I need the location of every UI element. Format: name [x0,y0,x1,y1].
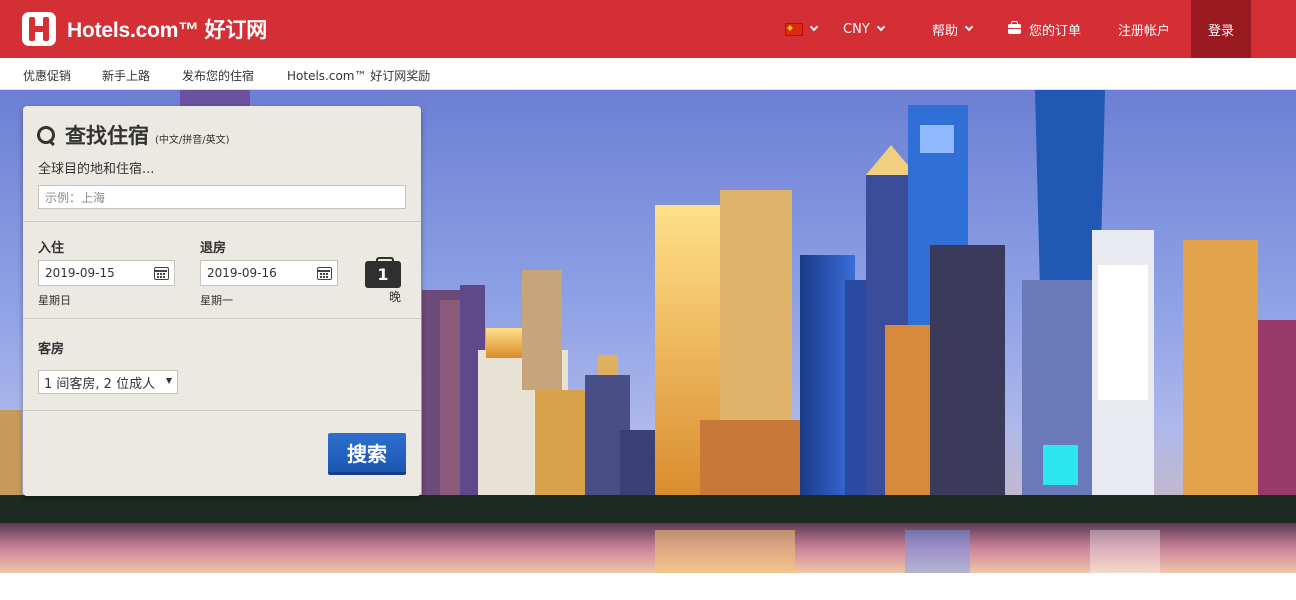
brand-name: Hotels.com™ 好订网 [67,19,268,42]
divider [23,318,421,319]
checkin-label: 入住 [38,241,65,256]
checkin-date-input[interactable]: 2019-09-15 [38,260,175,286]
subnav-list-property[interactable]: 发布您的住宿 [182,67,254,84]
top-header: Hotels.com™ 好订网 CNY 帮助 您的订单 注册帐户 登录 [0,0,1296,58]
subnav-getting-started[interactable]: 新手上路 [102,67,150,84]
search-icon [37,126,57,146]
orders-link[interactable]: 您的订单 [1008,0,1081,58]
search-title: 查找住宿 (中文/拼音/英文) [37,120,230,150]
subnav-rewards[interactable]: Hotels.com™ 好订网奖励 [287,67,430,84]
calendar-icon[interactable] [154,267,169,280]
register-label: 注册帐户 [1118,23,1171,39]
sub-navigation: 优惠促销 新手上路 发布您的住宿 Hotels.com™ 好订网奖励 [0,58,1296,90]
subnav-promotions[interactable]: 优惠促销 [23,67,71,84]
search-button-label: 搜索 [347,442,387,466]
checkin-weekday: 星期日 [38,294,71,307]
destination-input[interactable]: 示例：上海 [38,185,406,209]
rooms-select-value: 1 间客房, 2 位成人 [44,376,156,392]
chevron-down-icon [876,22,885,32]
help-label: 帮助 [932,23,959,39]
brand-logo[interactable]: Hotels.com™ 好订网 [22,11,267,47]
help-menu[interactable]: 帮助 [932,0,974,58]
checkout-weekday: 星期一 [200,294,233,307]
search-title-text: 查找住宿 [65,124,149,148]
calendar-icon[interactable] [317,267,332,280]
rooms-select[interactable]: 1 间客房, 2 位成人 [38,370,178,394]
divider [23,221,421,222]
checkin-date-value: 2019-09-15 [45,266,115,280]
nights-count: 1 [377,265,389,284]
rooms-label: 客房 [38,342,65,357]
checkout-date-input[interactable]: 2019-09-16 [200,260,338,286]
currency-label: CNY [843,21,870,37]
china-flag-icon [785,22,803,36]
login-button[interactable]: 登录 [1191,0,1251,58]
currency-selector[interactable]: CNY [843,0,885,58]
dropdown-caret-icon [166,378,172,384]
search-panel: 查找住宿 (中文/拼音/英文) 全球目的地和住宿... 示例：上海 入住 退房 … [23,106,421,496]
login-label: 登录 [1207,23,1234,39]
checkout-label: 退房 [200,241,227,256]
orders-label: 您的订单 [1029,23,1082,39]
register-link[interactable]: 注册帐户 [1118,0,1170,58]
chevron-down-icon [964,22,974,32]
country-selector[interactable] [785,0,819,58]
chevron-down-icon [809,22,819,32]
search-button[interactable]: 搜索 [328,433,406,475]
nights-count-badge: 1 [365,257,401,288]
search-title-hint: (中文/拼音/英文) [155,135,230,146]
briefcase-icon [1008,21,1021,34]
destination-label: 全球目的地和住宿... [38,162,155,177]
nights-unit: 晚 [389,290,402,304]
hotels-logo-icon [22,12,56,46]
divider [23,410,421,411]
checkout-date-value: 2019-09-16 [207,266,277,280]
